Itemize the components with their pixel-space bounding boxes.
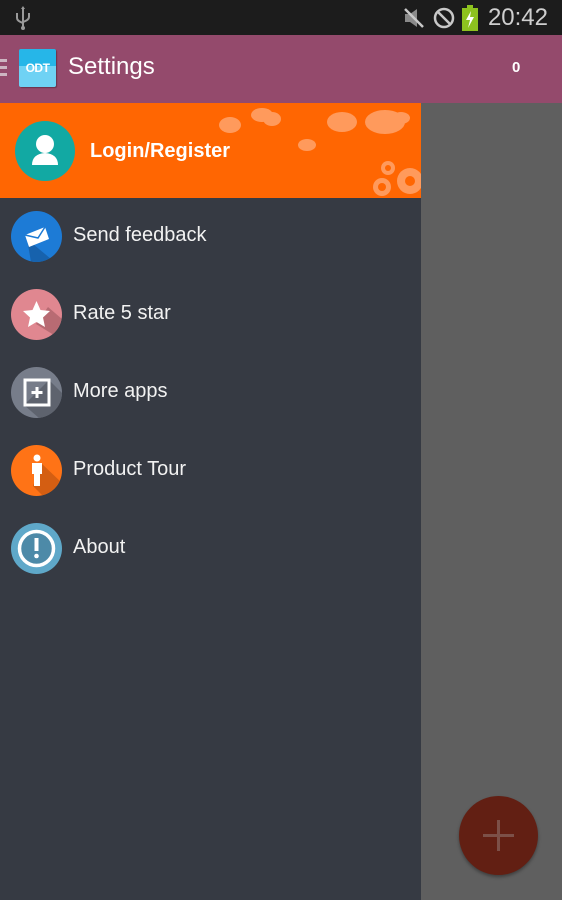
page-title: Settings bbox=[68, 53, 155, 80]
star-icon bbox=[11, 289, 62, 340]
app-logo[interactable]: ODT bbox=[19, 49, 56, 87]
menu-icon[interactable] bbox=[0, 59, 8, 79]
clock: 20:42 bbox=[487, 4, 548, 31]
navigation-drawer: Login/Register Send feedback Rate 5 star bbox=[0, 103, 421, 900]
item-label: Product Tour bbox=[73, 458, 187, 480]
login-register-link[interactable]: Login/Register bbox=[90, 140, 230, 163]
avatar[interactable] bbox=[15, 121, 75, 181]
count-badge[interactable]: 0 bbox=[512, 59, 520, 76]
do-not-disturb-icon bbox=[433, 7, 455, 29]
drawer-item-product-tour[interactable]: Product Tour bbox=[0, 432, 421, 510]
item-label: Rate 5 star bbox=[73, 302, 171, 324]
drawer-item-about[interactable]: About bbox=[0, 510, 421, 588]
add-button[interactable] bbox=[459, 796, 538, 875]
mute-icon bbox=[404, 8, 424, 28]
person-icon bbox=[11, 445, 62, 496]
battery-charging-icon bbox=[461, 5, 478, 31]
drawer-item-send-feedback[interactable]: Send feedback bbox=[0, 198, 421, 276]
drawer-item-more-apps[interactable]: More apps bbox=[0, 354, 421, 432]
drawer-header[interactable]: Login/Register bbox=[0, 103, 421, 198]
item-label: More apps bbox=[73, 380, 168, 402]
item-label: About bbox=[73, 536, 126, 558]
plus-square-icon bbox=[11, 367, 62, 418]
item-label: Send feedback bbox=[73, 224, 207, 246]
usb-icon bbox=[16, 6, 30, 30]
app-bar: ODT Settings 0 bbox=[0, 35, 562, 103]
status-bar: 20:42 bbox=[0, 0, 562, 35]
drawer-item-rate[interactable]: Rate 5 star bbox=[0, 276, 421, 354]
user-icon bbox=[32, 135, 58, 165]
drawer-scrim[interactable] bbox=[421, 103, 562, 900]
info-exclamation-icon bbox=[11, 523, 62, 574]
envelope-icon bbox=[11, 211, 62, 262]
plus-icon bbox=[483, 820, 514, 851]
